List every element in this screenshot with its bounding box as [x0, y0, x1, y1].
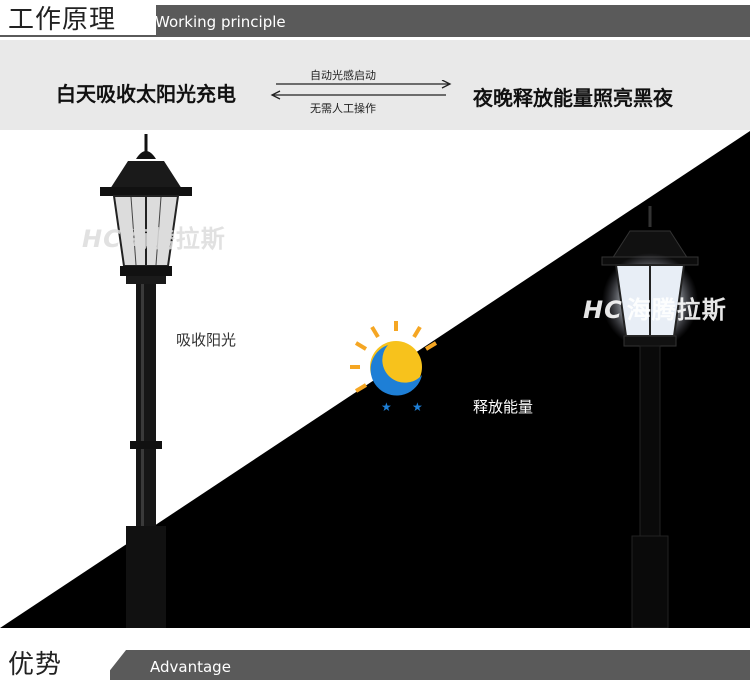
section-header-advantage: 优势 Advantage	[0, 645, 750, 683]
brand-logo: HC	[583, 296, 623, 324]
flow-arrow-bottom-text: 无需人工操作	[310, 102, 376, 115]
watermark-day: HC 海腾拉斯	[82, 219, 226, 254]
header-title-cn: 优势	[8, 650, 63, 680]
header-title-en: Advantage	[150, 658, 231, 676]
header-title-en: Working principle	[155, 13, 286, 31]
header-title-cn: 工作原理	[8, 5, 117, 35]
brand-logo: HC	[82, 225, 122, 253]
svg-text:★: ★	[412, 400, 423, 414]
watermark-night: HC 海腾拉斯	[583, 290, 727, 325]
flow-day-text: 白天吸收太阳光充电	[56, 82, 236, 106]
header-underline	[0, 35, 750, 37]
flow-night-text: 夜晚释放能量照亮黑夜	[473, 86, 673, 110]
section-header-working-principle: 工作原理 Working principle	[0, 0, 750, 38]
label-release-energy: 释放能量	[473, 398, 534, 416]
svg-text:★: ★	[381, 400, 392, 414]
watermark-text: 海腾拉斯	[125, 225, 226, 253]
scene-graphic: ★ ★	[0, 131, 750, 628]
label-absorb-sunlight: 吸收阳光	[176, 331, 237, 349]
day-night-scene: ★ ★ HC 海腾拉斯 HC 海腾拉斯 吸收阳光 释放能量	[0, 131, 750, 628]
double-arrow-icon	[270, 80, 452, 100]
principle-flow-band: 白天吸收太阳光充电 自动光感启动 无需人工操作 夜晚释放能量照亮黑夜	[0, 40, 750, 130]
watermark-text: 海腾拉斯	[626, 296, 727, 324]
